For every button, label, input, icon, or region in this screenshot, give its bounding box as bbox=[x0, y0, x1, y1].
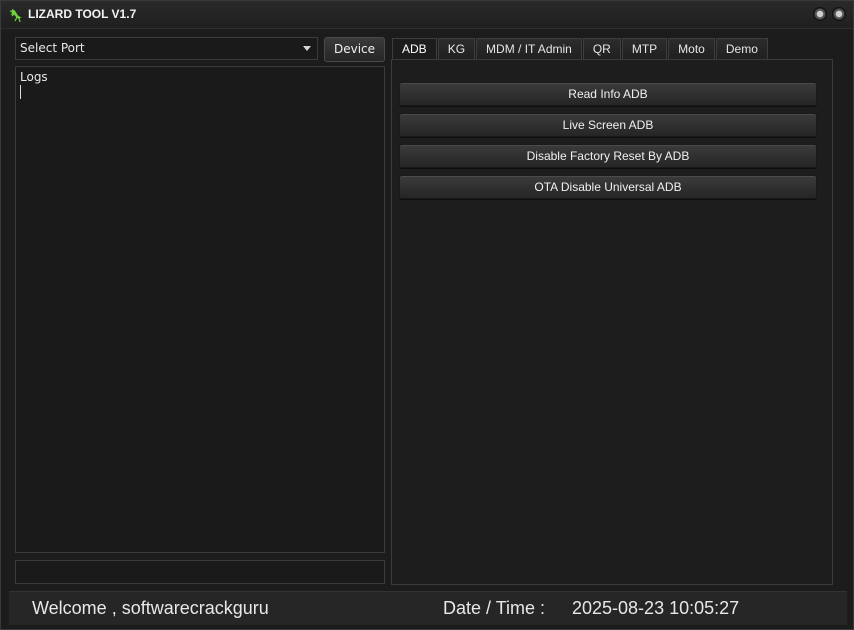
minimize-button[interactable] bbox=[813, 7, 827, 21]
live-screen-adb-button[interactable]: Live Screen ADB bbox=[399, 113, 817, 137]
tab-adb[interactable]: ADB bbox=[392, 38, 437, 60]
ota-disable-universal-button[interactable]: OTA Disable Universal ADB bbox=[399, 175, 817, 199]
datetime-value: 2025-08-23 10:05:27 bbox=[572, 598, 740, 618]
port-select[interactable]: Select Port bbox=[15, 37, 318, 60]
tab-demo[interactable]: Demo bbox=[715, 38, 768, 59]
adb-tab-panel: Read Info ADB Live Screen ADB Disable Fa… bbox=[391, 59, 833, 585]
window-title: LIZARD TOOL V1.7 bbox=[28, 7, 137, 21]
adb-actions: Read Info ADB Live Screen ADB Disable Fa… bbox=[399, 82, 817, 206]
read-info-adb-button[interactable]: Read Info ADB bbox=[399, 82, 817, 106]
logs-label: Logs bbox=[20, 70, 48, 84]
disable-factory-reset-button[interactable]: Disable Factory Reset By ADB bbox=[399, 144, 817, 168]
text-cursor bbox=[20, 85, 21, 99]
close-button[interactable] bbox=[832, 7, 846, 21]
logs-textarea[interactable]: Logs bbox=[15, 66, 385, 553]
progress-bar bbox=[15, 560, 385, 584]
device-button[interactable]: Device bbox=[324, 37, 385, 62]
welcome-text: Welcome , softwarecrackguru bbox=[32, 598, 269, 618]
app-window: LIZARD TOOL V1.7 Select Port Device Logs… bbox=[0, 0, 854, 630]
chevron-down-icon bbox=[303, 46, 311, 51]
title-bar[interactable]: LIZARD TOOL V1.7 bbox=[1, 1, 853, 29]
tab-qr[interactable]: QR bbox=[582, 38, 621, 59]
tab-strip: ADB KG MDM / IT Admin QR MTP Moto Demo bbox=[392, 38, 769, 60]
tab-mtp[interactable]: MTP bbox=[621, 38, 668, 59]
lizard-icon bbox=[9, 9, 22, 23]
status-bar: Welcome , softwarecrackguru Date / Time … bbox=[9, 591, 847, 625]
datetime-label: Date / Time : bbox=[443, 598, 546, 618]
port-select-value: Select Port bbox=[20, 41, 85, 55]
tab-kg[interactable]: KG bbox=[437, 38, 476, 59]
tab-moto[interactable]: Moto bbox=[668, 38, 715, 59]
tab-mdm-it-admin[interactable]: MDM / IT Admin bbox=[476, 38, 582, 59]
